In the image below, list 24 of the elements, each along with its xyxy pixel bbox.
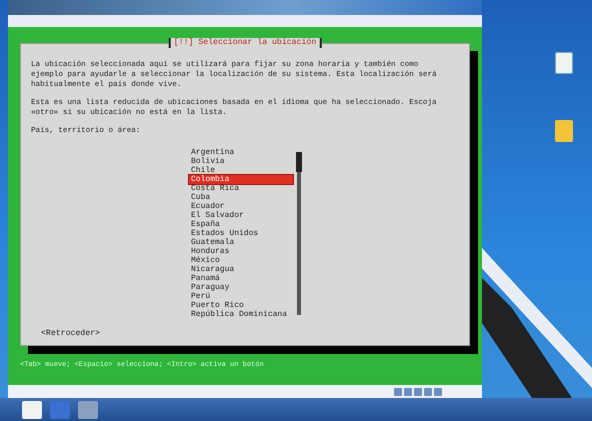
- country-option[interactable]: El Salvador: [189, 211, 293, 220]
- dialog-title: [!!] Seleccionar la ubicación: [168, 38, 322, 48]
- country-option[interactable]: Argentina: [189, 148, 293, 157]
- country-option[interactable]: Puerto Rico: [189, 301, 293, 310]
- country-option[interactable]: México: [189, 256, 293, 265]
- country-option[interactable]: Cuba: [189, 193, 293, 202]
- country-option[interactable]: Ecuador: [189, 202, 293, 211]
- country-option[interactable]: Honduras: [189, 247, 293, 256]
- country-option[interactable]: Estados Unidos: [189, 229, 293, 238]
- scroll-thumb[interactable]: [296, 152, 302, 172]
- back-button[interactable]: <Retroceder>: [41, 329, 100, 339]
- country-option[interactable]: Colombia: [189, 175, 293, 184]
- country-option[interactable]: Guatemala: [189, 238, 293, 247]
- document-icon[interactable]: [555, 52, 573, 74]
- country-option[interactable]: España: [189, 220, 293, 229]
- country-option[interactable]: Chile: [189, 166, 293, 175]
- country-option[interactable]: Nicaragua: [189, 265, 293, 274]
- country-option[interactable]: Bolivia: [189, 157, 293, 166]
- country-option[interactable]: Paraguay: [189, 283, 293, 292]
- country-option[interactable]: Costa Rica: [189, 184, 293, 193]
- country-option[interactable]: Panamá: [189, 274, 293, 283]
- country-option[interactable]: Perú: [189, 292, 293, 301]
- country-option[interactable]: República Dominicana: [189, 310, 293, 319]
- app-icon[interactable]: [22, 400, 42, 418]
